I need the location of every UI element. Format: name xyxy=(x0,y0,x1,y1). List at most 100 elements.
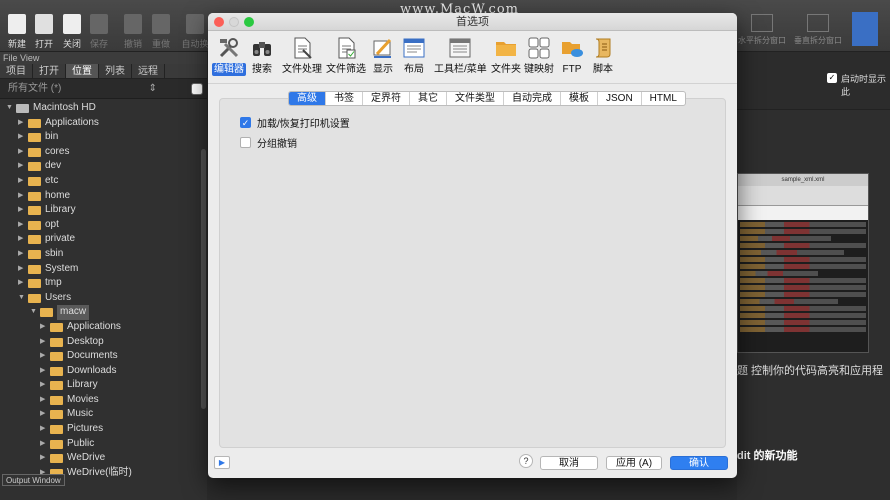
tree-item[interactable]: ▶ Applications xyxy=(0,116,199,131)
tree-item[interactable]: ▶ Movies xyxy=(0,393,199,408)
tree-item[interactable]: ▶ Downloads xyxy=(0,364,199,379)
group-undo-checkbox[interactable]: 分组撤销 xyxy=(240,135,297,150)
cancel-button[interactable]: 取消 xyxy=(540,456,598,470)
collapsed-arrow-icon[interactable]: ▶ xyxy=(40,335,45,350)
pref-search[interactable]: 搜索 xyxy=(250,36,274,76)
pref-file-filter[interactable]: 文件筛选 xyxy=(324,36,368,76)
tree-item[interactable]: ▼ Users xyxy=(0,291,199,306)
collapsed-arrow-icon[interactable]: ▶ xyxy=(40,407,45,422)
split-horizontal-button[interactable]: 水平拆分窗口 xyxy=(732,14,792,46)
collapsed-arrow-icon[interactable]: ▶ xyxy=(18,218,23,233)
tab-templates[interactable]: 模板 xyxy=(561,92,598,105)
save-button[interactable]: 保存 xyxy=(84,14,114,50)
tree-item[interactable]: ▼ Macintosh HD xyxy=(0,101,199,116)
tree-item[interactable]: ▶ Music xyxy=(0,407,199,422)
expanded-arrow-icon[interactable]: ▼ xyxy=(6,101,13,116)
wrap-button[interactable]: 自动换 xyxy=(180,14,210,50)
collapsed-arrow-icon[interactable]: ▶ xyxy=(40,364,45,379)
open-button[interactable]: 打开 xyxy=(29,14,59,50)
collapsed-arrow-icon[interactable]: ▶ xyxy=(40,422,45,437)
checkbox-unchecked[interactable] xyxy=(240,137,251,148)
checkbox-checked[interactable]: ✓ xyxy=(240,117,251,128)
collapsed-arrow-icon[interactable]: ▶ xyxy=(18,232,23,247)
redo-button[interactable]: 重做 xyxy=(146,14,176,50)
tree-item[interactable]: ▶ WeDrive xyxy=(0,451,199,466)
tab-json[interactable]: JSON xyxy=(598,92,642,105)
expanded-arrow-icon[interactable]: ▼ xyxy=(18,291,25,306)
collapsed-arrow-icon[interactable]: ▶ xyxy=(18,130,23,145)
collapsed-arrow-icon[interactable]: ▶ xyxy=(18,189,23,204)
pref-editor[interactable]: 编辑器 xyxy=(212,36,246,76)
tab-other[interactable]: 其它 xyxy=(410,92,447,105)
tree-item[interactable]: ▶ private xyxy=(0,232,199,247)
load-restore-print-settings-checkbox[interactable]: ✓ 加载/恢复打印机设置 xyxy=(240,115,350,130)
play-icon[interactable]: ▶ xyxy=(214,456,230,469)
tree-item[interactable]: ▶ etc xyxy=(0,174,199,189)
tree-item[interactable]: ▶ Public xyxy=(0,437,199,452)
tree-item[interactable]: ▶ sbin xyxy=(0,247,199,262)
pref-keymap[interactable]: 键映射 xyxy=(522,36,556,76)
tab-project[interactable]: 项目 xyxy=(0,64,33,78)
collapsed-arrow-icon[interactable]: ▶ xyxy=(18,174,23,189)
tree-item[interactable]: ▶ Desktop xyxy=(0,335,199,350)
help-button[interactable]: ? xyxy=(519,454,533,468)
pref-ftp[interactable]: FTP xyxy=(560,36,584,76)
new-button[interactable]: 新建 xyxy=(2,14,32,50)
tree-item[interactable]: ▶ Pictures xyxy=(0,422,199,437)
tree-item[interactable]: ▼ macw xyxy=(0,305,199,320)
collapsed-arrow-icon[interactable]: ▶ xyxy=(40,378,45,393)
collapsed-arrow-icon[interactable]: ▶ xyxy=(18,276,23,291)
active-toolbar-toggle[interactable] xyxy=(852,12,878,46)
tree-item[interactable]: ▶ Documents xyxy=(0,349,199,364)
collapsed-arrow-icon[interactable]: ▶ xyxy=(40,320,45,335)
tab-html[interactable]: HTML xyxy=(642,92,685,105)
tab-advanced[interactable]: 高级 xyxy=(289,92,326,105)
collapsed-arrow-icon[interactable]: ▶ xyxy=(40,437,45,452)
collapsed-arrow-icon[interactable]: ▶ xyxy=(18,262,23,277)
tab-location[interactable]: 位置 xyxy=(66,64,99,78)
tree-item[interactable]: ▶ dev xyxy=(0,159,199,174)
file-view-scrollbar[interactable] xyxy=(201,149,206,409)
output-window-tab[interactable]: Output Window xyxy=(2,474,65,486)
collapsed-arrow-icon[interactable]: ▶ xyxy=(40,393,45,408)
pref-scripts[interactable]: 脚本 xyxy=(591,36,615,76)
tree-item[interactable]: ▶ opt xyxy=(0,218,199,233)
tab-open[interactable]: 打开 xyxy=(33,64,66,78)
new-features-link[interactable]: dit 的新功能 xyxy=(737,447,798,463)
undo-button[interactable]: 撤销 xyxy=(118,14,148,50)
file-filter-select[interactable]: 所有文件 (*) ⇕ xyxy=(0,79,207,99)
apply-button[interactable]: 应用 (A) xyxy=(606,456,662,470)
minimize-window-button[interactable] xyxy=(229,17,239,27)
pref-display[interactable]: 显示 xyxy=(371,36,395,76)
collapsed-arrow-icon[interactable]: ▶ xyxy=(40,451,45,466)
pref-file-handling[interactable]: 文件处理 xyxy=(280,36,324,76)
collapsed-arrow-icon[interactable]: ▶ xyxy=(18,203,23,218)
tree-item[interactable]: ▶ cores xyxy=(0,145,199,160)
tree-item[interactable]: ▶ System xyxy=(0,262,199,277)
tree-item[interactable]: ▶ Applications xyxy=(0,320,199,335)
close-window-button[interactable] xyxy=(214,17,224,27)
tab-file-types[interactable]: 文件类型 xyxy=(447,92,504,105)
collapsed-arrow-icon[interactable]: ▶ xyxy=(18,247,23,262)
tab-bookmarks[interactable]: 书签 xyxy=(326,92,363,105)
pref-toolbar-menu[interactable]: 工具栏/菜单 xyxy=(432,36,489,76)
pref-folders[interactable]: 文件夹 xyxy=(489,36,523,76)
expanded-arrow-icon[interactable]: ▼ xyxy=(30,305,37,320)
show-on-startup-checkbox[interactable]: ✓ xyxy=(827,73,837,83)
tree-item[interactable]: ▶ Library xyxy=(0,378,199,393)
tab-remote[interactable]: 远程 xyxy=(132,64,165,78)
tree-item[interactable]: ▶ bin xyxy=(0,130,199,145)
collapsed-arrow-icon[interactable]: ▶ xyxy=(18,159,23,174)
close-button[interactable]: 关闭 xyxy=(57,14,87,50)
tree-item[interactable]: ▶ home xyxy=(0,189,199,204)
ok-button[interactable]: 确认 xyxy=(670,456,728,470)
tree-item[interactable]: ▶ tmp xyxy=(0,276,199,291)
zoom-window-button[interactable] xyxy=(244,17,254,27)
collapsed-arrow-icon[interactable]: ▶ xyxy=(18,145,23,160)
filter-options-button[interactable] xyxy=(191,83,203,95)
collapsed-arrow-icon[interactable]: ▶ xyxy=(40,349,45,364)
collapsed-arrow-icon[interactable]: ▶ xyxy=(18,116,23,131)
tab-list[interactable]: 列表 xyxy=(99,64,132,78)
tab-delimiters[interactable]: 定界符 xyxy=(363,92,410,105)
tree-item[interactable]: ▶ Library xyxy=(0,203,199,218)
